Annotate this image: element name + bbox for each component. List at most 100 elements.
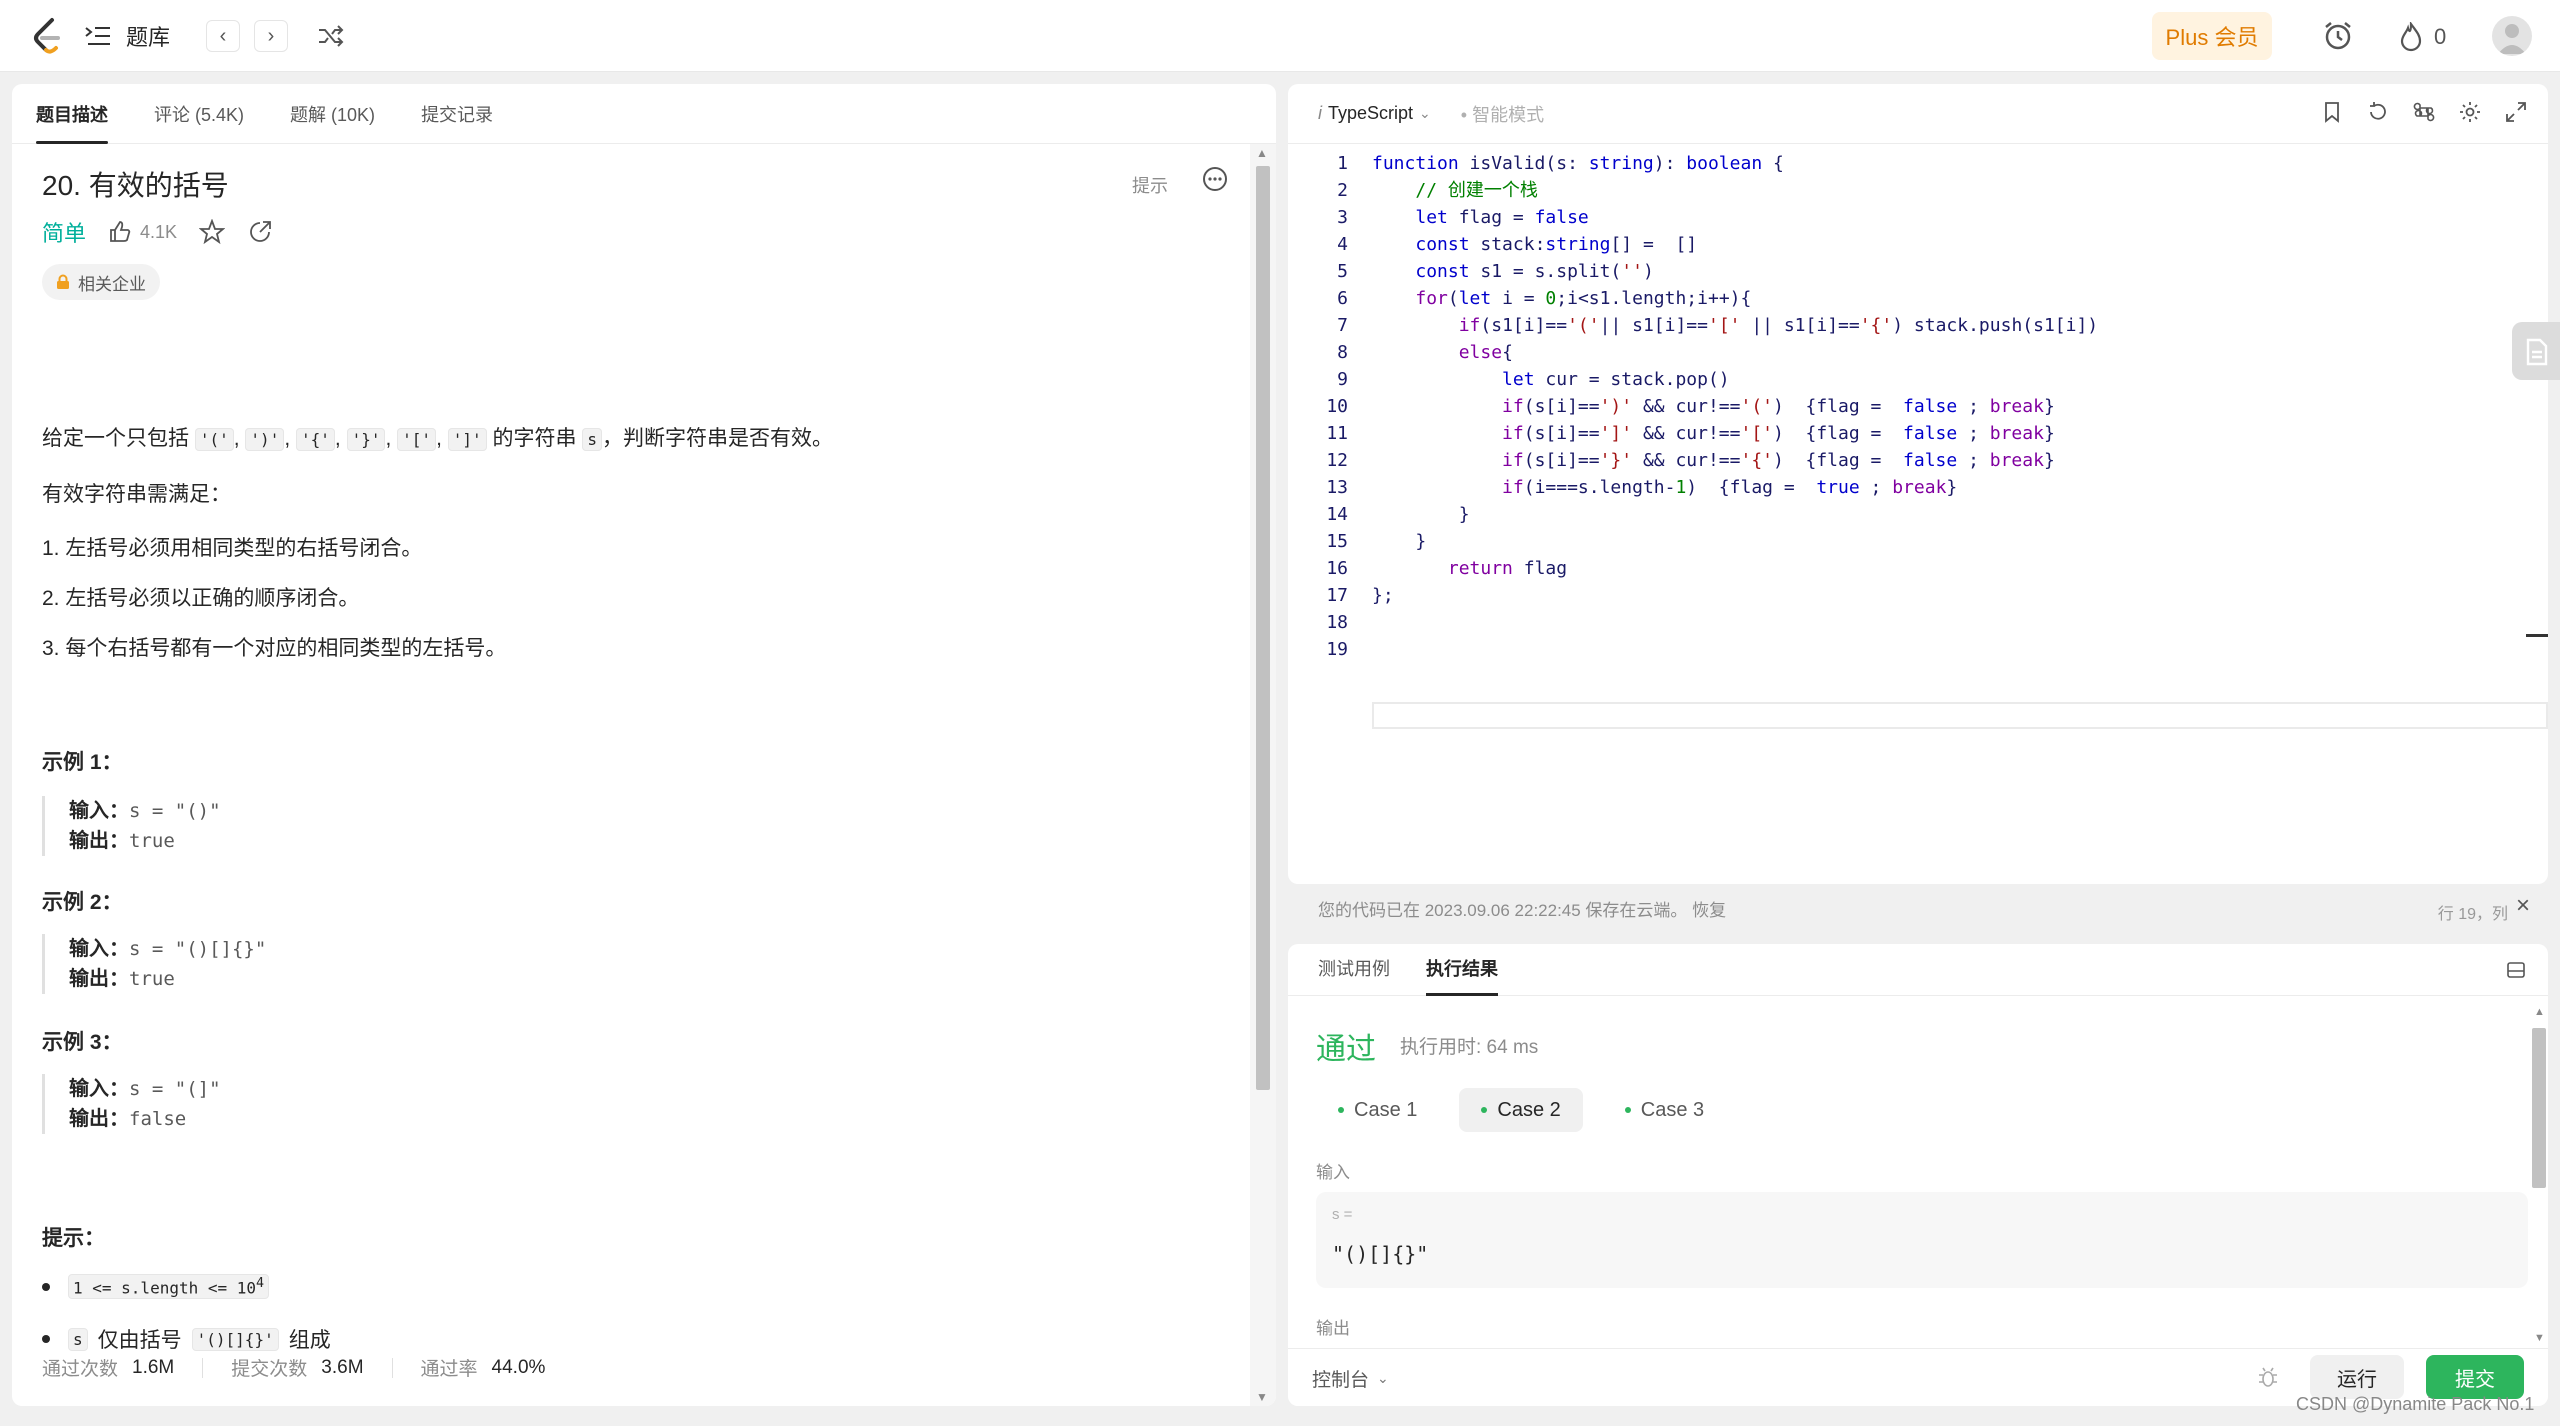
case-label: Case 3 [1640,1098,1705,1121]
case-2-tab[interactable]: Case 2 [1459,1088,1583,1132]
pass-dot [1338,1107,1344,1113]
example-2-title: 示例 2： [42,891,123,914]
debug-icon[interactable] [2256,1365,2280,1389]
tab-description[interactable]: 题目描述 [36,101,108,144]
example-output: true [129,830,175,852]
lock-icon [57,274,69,289]
case-3-tab[interactable]: Case 3 [1603,1088,1726,1132]
output-section-label: 输出 [1316,1319,1350,1338]
char-code: '}' [346,428,386,451]
example-1-title: 示例 1： [42,751,123,774]
tab-solutions[interactable]: 题解 (10K) [290,101,375,143]
bullet-dot [42,1282,50,1291]
prev-problem-button[interactable]: ‹ [206,20,240,52]
fire-icon[interactable] [2398,22,2424,52]
save-status: 您的代码已在 2023.09.06 22:22:45 保存在云端。 恢复 [1318,901,1727,920]
close-icon[interactable]: × [2516,892,2530,920]
example-input: s = "()[]{}" [129,938,267,960]
scroll-up-icon[interactable]: ▲ [1256,146,1268,160]
avatar[interactable] [2492,16,2532,56]
problem-list-link[interactable]: 题库 [84,20,170,52]
floating-notes-button[interactable] [2512,322,2560,380]
example-input: s = "(]" [129,1078,221,1100]
runtime-text: 执行用时: 64 ms [1400,1037,1539,1058]
constraint-2: s 仅由括号 '()[]{}' 组成 [42,1324,331,1354]
hint-button[interactable]: 提示 [1132,172,1168,198]
reset-icon[interactable] [2366,100,2390,124]
like-button[interactable]: 4.1K [108,220,177,244]
rule-1: 1. 左括号必须用相同类型的右括号闭合。 [42,537,423,560]
thumbs-up-icon [110,221,131,242]
case-label: Case 2 [1497,1098,1561,1121]
char-code: '{' [296,428,335,451]
accepted-label: 通过次数 [42,1359,119,1380]
constraint-code-text: 1 <= s.length <= 10 [73,1278,257,1298]
editor-header: i TypeScript ⌄ • 智能模式 [1288,84,2548,144]
alarm-clock-icon[interactable] [2322,20,2354,52]
chevron-down-icon: ⌄ [1419,105,1431,121]
next-problem-button[interactable]: › [254,20,288,52]
case-1-tab[interactable]: Case 1 [1316,1088,1439,1132]
description-scrollbar[interactable]: ▲ ▼ [1250,144,1276,1406]
accepted-count: 1.6M [132,1356,175,1378]
rule-2: 2. 左括号必须以正确的顺序闭合。 [42,587,360,610]
submissions-count: 3.6M [321,1356,364,1378]
gear-icon[interactable] [2458,100,2482,124]
plus-member-button[interactable]: Plus 会员 [2152,12,2272,60]
scroll-down-icon[interactable]: ▼ [2534,1332,2545,1344]
layout-toggle-icon[interactable] [2506,960,2526,980]
leetcode-logo-icon[interactable] [30,16,66,56]
code-area[interactable]: 1 function isValid(s: string): boolean { … [1288,150,2548,750]
tab-submissions[interactable]: 提交记录 [421,101,493,143]
input-label: 输入： [69,1078,129,1100]
star-icon[interactable] [199,219,226,245]
editor-toolbar [2320,100,2528,124]
scrollbar-thumb[interactable] [1256,166,1270,1090]
more-options-icon[interactable] [1202,166,1228,192]
note-icon [2526,338,2548,366]
submit-button[interactable]: 提交 [2426,1355,2524,1399]
console-label: 控制台 [1312,1370,1370,1391]
related-companies-tag[interactable]: 相关企业 [42,264,160,300]
fullscreen-icon[interactable] [2504,100,2528,124]
tab-comments[interactable]: 评论 (5.4K) [154,101,244,143]
tab-result[interactable]: 执行结果 [1426,955,1498,996]
bookmark-icon[interactable] [2320,100,2344,124]
example-output: true [129,968,175,990]
pass-dot [1624,1107,1631,1113]
scroll-down-icon[interactable]: ▼ [1256,1390,1268,1404]
problem-description-panel: 题目描述 评论 (5.4K) 题解 (10K) 提交记录 20. 有效的括号 提… [12,84,1276,1406]
ai-mode-toggle[interactable]: • 智能模式 [1461,101,1544,127]
shuffle-icon[interactable] [316,22,346,50]
rule-3: 3. 每个右括号都有一个对应的相同类型的左括号。 [42,637,507,660]
problem-bank-label: 题库 [126,25,171,50]
shortcut-command-icon[interactable] [2412,100,2436,124]
list-icon [85,27,110,45]
scrollbar-thumb[interactable] [2532,1028,2546,1188]
console-toggle[interactable]: 控制台 ⌄ [1312,1365,1389,1392]
language-select[interactable]: i TypeScript ⌄ [1318,103,1431,124]
constraints-title: 提示： [42,1227,105,1250]
var-code: s [68,1327,88,1351]
share-icon[interactable] [247,219,273,245]
input-label: 输入： [69,800,129,822]
current-line-highlight [1372,702,2548,729]
result-panel: 测试用例 执行结果 通过 执行用时: 64 ms Case 1 Case 2 C… [1288,944,2548,1406]
problem-statement: 给定一个只包括 '(', ')', '{', '}', '[', ']' 的字符… [42,427,833,451]
user-icon [2498,24,2526,54]
constraint-text: 仅由括号 [97,1329,182,1352]
top-navbar: 题库 ‹ › Plus 会员 0 [0,0,2560,72]
var-code: s [582,428,602,451]
char-code: ']' [447,428,487,451]
case-label: Case 1 [1354,1098,1418,1121]
constraint-exponent: 4 [256,1276,265,1291]
scroll-up-icon[interactable]: ▲ [2534,1006,2545,1018]
tab-testcase[interactable]: 测试用例 [1318,955,1390,995]
result-scrollbar[interactable]: ▲ ▼ [2528,1004,2548,1344]
chevron-down-icon: ⌄ [1377,1370,1389,1386]
input-section-label: 输入 [1316,1163,1350,1182]
result-tabs: 测试用例 执行结果 [1288,944,2548,996]
input-label: 输入： [69,938,129,960]
run-button[interactable]: 运行 [2310,1355,2404,1399]
constraint-code: 1 <= s.length <= 104 [68,1274,270,1300]
